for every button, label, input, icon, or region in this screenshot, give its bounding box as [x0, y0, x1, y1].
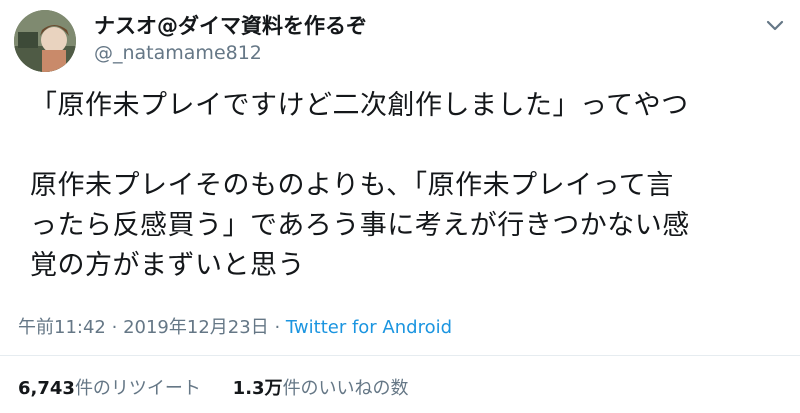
user-handle[interactable]: @_natamame812 [94, 42, 262, 64]
retweet-label: 件のリツイート [74, 378, 201, 399]
tweet-paragraph: 「原作未プレイですけど二次創作しました」ってやつ [30, 90, 689, 121]
divider [0, 355, 800, 356]
tweet-meta: 午前11:42 · 2019年12月23日 · Twitter for Andr… [18, 313, 452, 339]
avatar[interactable] [14, 10, 76, 72]
tweet-stats: 6,743件のリツイート 1.3万件のいいねの数 [18, 374, 409, 400]
tweet-source-link[interactable]: Twitter for Android [286, 317, 452, 338]
retweet-stat[interactable]: 6,743件のリツイート [18, 378, 201, 399]
avatar-image [14, 10, 76, 72]
like-label: 件のいいねの数 [282, 378, 409, 399]
tweet-paragraph: 原作未プレイそのものよりも、「原作未プレイって言 ったら反感買う」であろう事に考… [30, 170, 690, 281]
tweet-date[interactable]: 2019年12月23日 [123, 317, 269, 338]
meta-separator: · [274, 317, 281, 338]
like-count: 1.3万 [232, 378, 283, 399]
display-name[interactable]: ナスオ@ダイマ資料を作るぞ [94, 10, 367, 40]
tweet-time[interactable]: 午前11:42 [18, 317, 106, 338]
like-stat[interactable]: 1.3万件のいいねの数 [233, 378, 409, 399]
meta-separator: · [111, 317, 118, 338]
chevron-down-icon[interactable] [764, 14, 786, 36]
tweet-text: 「原作未プレイですけど二次創作しました」ってやつ 原作未プレイそのものよりも、「… [30, 86, 775, 286]
retweet-count: 6,743 [18, 378, 75, 399]
